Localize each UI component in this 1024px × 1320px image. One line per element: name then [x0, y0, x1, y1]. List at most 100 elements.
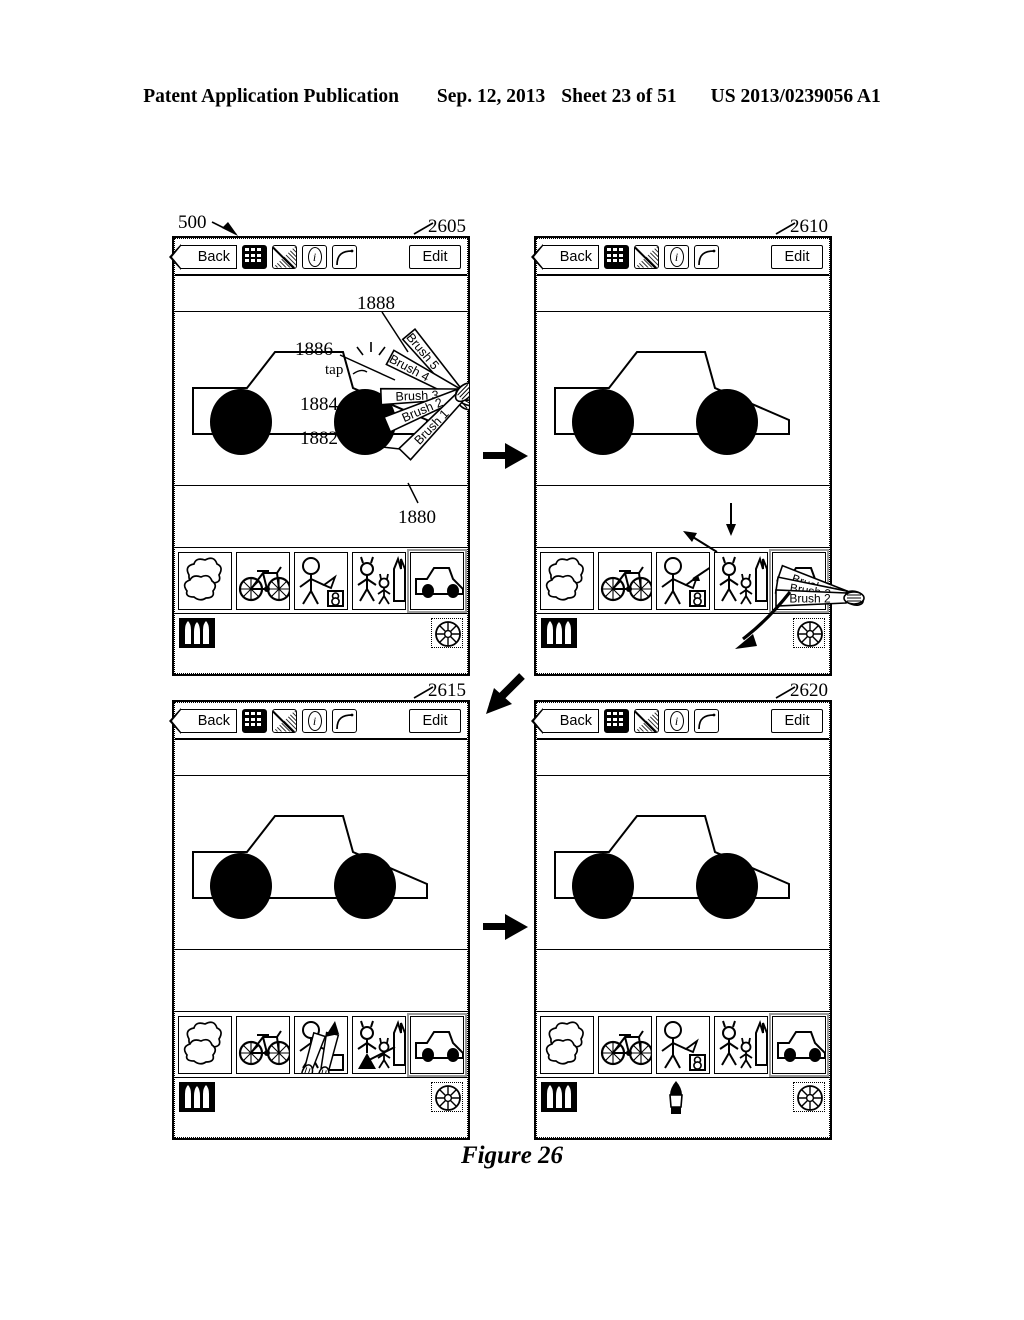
thumbnail-bicycle[interactable] — [236, 551, 290, 610]
info-oval-icon[interactable]: i — [664, 244, 689, 269]
color-wheel-icon[interactable] — [793, 618, 825, 648]
device-panel-2620: Back i Edit — [531, 700, 832, 1140]
drawing-canvas[interactable] — [175, 776, 467, 950]
flow-arrow-right-bottom — [483, 914, 528, 940]
drawing-canvas[interactable] — [537, 312, 829, 486]
figure-caption: Figure 26 — [460, 1142, 564, 1169]
curve-arc-icon[interactable] — [332, 708, 357, 733]
ref-2605: 2605 — [428, 216, 466, 237]
ref-1884: 1884 — [300, 394, 338, 415]
thumbnail-figures-buildings[interactable] — [352, 1015, 406, 1074]
flow-arrows — [483, 443, 528, 940]
thumbnail-clouds[interactable] — [178, 551, 232, 610]
back-button[interactable]: Back — [169, 707, 237, 734]
thumbnail-kite-figure[interactable] — [656, 1015, 710, 1074]
lower-spacer-band — [175, 950, 467, 1012]
gradient-split-icon[interactable] — [634, 708, 659, 733]
ref-2615: 2615 — [428, 680, 466, 701]
header-patent-number: US 2013/0239056 A1 — [710, 86, 881, 107]
thumbnail-car[interactable] — [768, 548, 830, 613]
brush-fan-panel2: Brush 4 Brush 3 Brush 2 — [683, 503, 867, 649]
upper-spacer-band — [537, 740, 829, 776]
back-button-label: Back — [197, 248, 230, 265]
thumbnail-clouds[interactable] — [540, 551, 594, 610]
info-icon-letter: i — [312, 713, 317, 728]
back-button[interactable]: Back — [531, 707, 599, 734]
info-icon-letter: i — [674, 713, 679, 728]
thumbnail-clouds[interactable] — [178, 1015, 232, 1074]
thumbnail-figures-buildings[interactable] — [714, 551, 768, 610]
curve-arc-icon[interactable] — [694, 708, 719, 733]
info-oval-icon[interactable]: i — [664, 708, 689, 733]
selected-brush-indicator[interactable] — [665, 1080, 687, 1116]
brush-well-icon[interactable] — [541, 1082, 577, 1112]
upper-spacer-band — [175, 276, 467, 312]
bottom-bar — [175, 1078, 467, 1116]
gradient-split-icon[interactable] — [634, 244, 659, 269]
curve-arc-icon[interactable] — [332, 244, 357, 269]
curve-arc-icon[interactable] — [694, 244, 719, 269]
thumbnail-bicycle[interactable] — [598, 1015, 652, 1074]
color-wheel-icon[interactable] — [431, 618, 463, 648]
bottom-bar — [537, 614, 829, 652]
thumbnail-car[interactable] — [406, 548, 468, 613]
back-button[interactable]: Back — [169, 243, 237, 270]
car-drawing — [554, 815, 790, 919]
device-panel-2615: Back i Edit — [169, 700, 470, 1140]
edit-button[interactable]: Edit — [771, 708, 823, 733]
ref-500: 500 — [178, 212, 207, 233]
info-oval-icon[interactable]: i — [302, 708, 327, 733]
grid-icon[interactable] — [604, 708, 629, 733]
thumbnail-car[interactable] — [768, 1012, 830, 1077]
brush-well-icon[interactable] — [179, 1082, 215, 1112]
device-panel-2610: Back i Edit — [531, 236, 832, 676]
back-button-label: Back — [559, 248, 592, 265]
thumbnail-kite-figure[interactable] — [294, 1015, 348, 1074]
ref-1882: 1882 — [300, 428, 338, 449]
toolbar: Back i Edit — [531, 239, 829, 276]
edit-button[interactable]: Edit — [409, 244, 461, 269]
edit-button[interactable]: Edit — [409, 708, 461, 733]
lower-spacer-band — [537, 950, 829, 1012]
bottom-bar — [537, 1078, 829, 1116]
thumbnail-figures-buildings[interactable] — [714, 1015, 768, 1074]
thumbnail-strip — [537, 1012, 830, 1078]
edit-button-label: Edit — [784, 248, 810, 265]
edit-button-label: Edit — [784, 712, 810, 729]
grid-icon[interactable] — [242, 244, 267, 269]
ref-2620: 2620 — [790, 680, 828, 701]
brush-well-icon[interactable] — [179, 618, 215, 648]
gradient-split-icon[interactable] — [272, 244, 297, 269]
color-wheel-icon[interactable] — [431, 1082, 463, 1112]
thumbnail-bicycle[interactable] — [236, 1015, 290, 1074]
edit-button[interactable]: Edit — [771, 244, 823, 269]
info-oval-icon[interactable]: i — [302, 244, 327, 269]
back-button[interactable]: Back — [531, 243, 599, 270]
thumbnail-bicycle[interactable] — [598, 551, 652, 610]
toolbar: Back i Edit — [169, 239, 467, 276]
edit-button-label: Edit — [422, 712, 448, 729]
thumbnail-strip — [175, 1012, 468, 1078]
page-header: Patent Application Publication Sep. 12, 2… — [0, 86, 1024, 108]
gradient-split-icon[interactable] — [272, 708, 297, 733]
drawing-canvas[interactable] — [537, 776, 829, 950]
figure-leader-lines — [211, 221, 796, 699]
thumbnail-kite-figure[interactable] — [294, 551, 348, 610]
bottom-bar — [175, 614, 467, 652]
thumbnail-clouds[interactable] — [540, 1015, 594, 1074]
grid-icon[interactable] — [604, 244, 629, 269]
thumbnail-figures-buildings[interactable] — [352, 551, 406, 610]
color-wheel-icon[interactable] — [793, 1082, 825, 1112]
thumbnail-kite-figure[interactable] — [656, 551, 710, 610]
upper-spacer-band — [537, 276, 829, 312]
brush-well-icon[interactable] — [541, 618, 577, 648]
grid-icon[interactable] — [242, 708, 267, 733]
ref-1880: 1880 — [398, 507, 436, 528]
edit-button-label: Edit — [422, 248, 448, 265]
car-drawing — [554, 351, 790, 455]
thumbnail-strip — [175, 548, 468, 614]
upper-spacer-band — [175, 740, 467, 776]
device-panel-2605: Back i Edit Brush 5 Brush 4 Brush 3 Brus… — [169, 236, 470, 676]
thumbnail-strip — [537, 548, 830, 614]
thumbnail-car[interactable] — [406, 1012, 468, 1077]
